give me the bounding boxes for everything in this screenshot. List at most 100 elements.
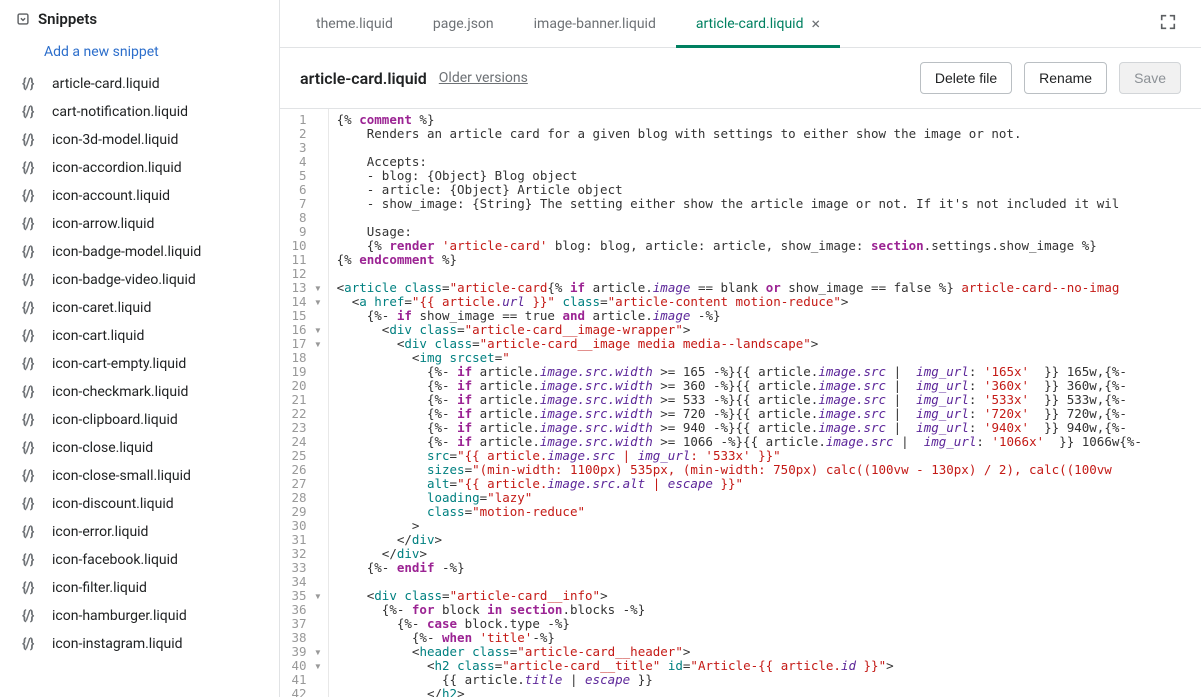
line-number: 40 ▾ <box>284 659 322 673</box>
sidebar-file-item[interactable]: {/}icon-close.liquid <box>0 434 279 462</box>
file-label: icon-account.liquid <box>52 188 170 204</box>
code-file-icon: {/} <box>22 356 44 372</box>
file-label: icon-arrow.liquid <box>52 216 154 232</box>
code-line[interactable]: {%- if article.image.src.width >= 720 -%… <box>337 407 1201 421</box>
code-line[interactable]: Usage: <box>337 225 1201 239</box>
file-label: icon-error.liquid <box>52 524 148 540</box>
code-line[interactable]: <div class="article-card__info"> <box>337 589 1201 603</box>
code-line[interactable]: {%- if article.image.src.width >= 360 -%… <box>337 379 1201 393</box>
code-line[interactable]: <h2 class="article-card__title" id="Arti… <box>337 659 1201 673</box>
sidebar-file-item[interactable]: {/}cart-notification.liquid <box>0 98 279 126</box>
sidebar-file-item[interactable]: {/}icon-cart-empty.liquid <box>0 350 279 378</box>
line-number: 11 <box>284 253 322 267</box>
code-line[interactable]: Renders an article card for a given blog… <box>337 127 1201 141</box>
sidebar-file-item[interactable]: {/}icon-3d-model.liquid <box>0 126 279 154</box>
code-line[interactable]: {%- if article.image.src.width >= 533 -%… <box>337 393 1201 407</box>
file-label: icon-facebook.liquid <box>52 552 178 568</box>
code-line[interactable]: <a href="{{ article.url }}" class="artic… <box>337 295 1201 309</box>
code-line[interactable]: loading="lazy" <box>337 491 1201 505</box>
code-line[interactable]: alt="{{ article.image.src.alt | escape }… <box>337 477 1201 491</box>
code-line[interactable]: - article: {Object} Article object <box>337 183 1201 197</box>
code-line[interactable]: <img srcset=" <box>337 351 1201 365</box>
code-line[interactable]: - show_image: {String} The setting eithe… <box>337 197 1201 211</box>
sidebar-file-item[interactable]: {/}icon-facebook.liquid <box>0 546 279 574</box>
code-line[interactable]: {% endcomment %} <box>337 253 1201 267</box>
code-line[interactable]: {%- for block in section.blocks -%} <box>337 603 1201 617</box>
code-line[interactable]: </div> <box>337 533 1201 547</box>
sidebar-file-item[interactable]: {/}icon-accordion.liquid <box>0 154 279 182</box>
code-line[interactable]: {%- endif -%} <box>337 561 1201 575</box>
tab-label: article-card.liquid <box>696 16 804 32</box>
line-number: 4 <box>284 155 322 169</box>
sidebar-file-item[interactable]: {/}icon-error.liquid <box>0 518 279 546</box>
sidebar-file-item[interactable]: {/}icon-filter.liquid <box>0 574 279 602</box>
code-line[interactable] <box>337 141 1201 155</box>
line-number: 36 <box>284 603 322 617</box>
sidebar-file-item[interactable]: {/}icon-caret.liquid <box>0 294 279 322</box>
tab-label: image-banner.liquid <box>534 16 656 32</box>
sidebar-file-item[interactable]: {/}icon-badge-video.liquid <box>0 266 279 294</box>
close-icon[interactable]: × <box>811 14 820 33</box>
code-line[interactable]: sizes="(min-width: 1100px) 535px, (min-w… <box>337 463 1201 477</box>
code-line[interactable]: src="{{ article.image.src | img_url: '53… <box>337 449 1201 463</box>
code-line[interactable] <box>337 211 1201 225</box>
line-number: 15 <box>284 309 322 323</box>
expand-icon[interactable] <box>1151 5 1185 43</box>
sidebar-file-item[interactable]: {/}icon-close-small.liquid <box>0 462 279 490</box>
sidebar-file-item[interactable]: {/}icon-instagram.liquid <box>0 630 279 658</box>
code-line[interactable]: <header class="article-card__header"> <box>337 645 1201 659</box>
code-line[interactable]: > <box>337 519 1201 533</box>
tab[interactable]: article-card.liquid × <box>676 0 840 47</box>
code-line[interactable]: <div class="article-card__image-wrapper"… <box>337 323 1201 337</box>
older-versions-link[interactable]: Older versions <box>439 70 528 86</box>
tab[interactable]: theme.liquid <box>296 0 413 47</box>
code-line[interactable]: {{ article.title | escape }} <box>337 673 1201 687</box>
sidebar-file-item[interactable]: {/}icon-account.liquid <box>0 182 279 210</box>
chevron-down-icon <box>16 12 30 26</box>
line-number: 21 <box>284 393 322 407</box>
line-number: 22 <box>284 407 322 421</box>
code-line[interactable]: <div class="article-card__image media me… <box>337 337 1201 351</box>
add-snippet-link[interactable]: Add a new snippet <box>0 38 279 70</box>
code-line[interactable]: {%- if show_image == true and article.im… <box>337 309 1201 323</box>
line-number: 8 <box>284 211 322 225</box>
line-number: 7 <box>284 197 322 211</box>
sidebar-file-item[interactable]: {/}icon-badge-model.liquid <box>0 238 279 266</box>
save-button[interactable]: Save <box>1119 62 1181 94</box>
code-line[interactable]: </div> <box>337 547 1201 561</box>
code-line[interactable] <box>337 267 1201 281</box>
sidebar-file-item[interactable]: {/}icon-checkmark.liquid <box>0 378 279 406</box>
code-line[interactable]: {%- if article.image.src.width >= 1066 -… <box>337 435 1201 449</box>
code-line[interactable]: {%- when 'title'-%} <box>337 631 1201 645</box>
code-file-icon: {/} <box>22 216 44 232</box>
sidebar-header[interactable]: Snippets <box>0 0 279 38</box>
tab[interactable]: image-banner.liquid <box>514 0 676 47</box>
code-line[interactable]: {%- case block.type -%} <box>337 617 1201 631</box>
sidebar-file-item[interactable]: {/}icon-clipboard.liquid <box>0 406 279 434</box>
rename-button[interactable]: Rename <box>1024 62 1107 94</box>
sidebar-file-item[interactable]: {/}icon-hamburger.liquid <box>0 602 279 630</box>
code-line[interactable] <box>337 575 1201 589</box>
file-label: cart-notification.liquid <box>52 104 188 120</box>
code-line[interactable]: - blog: {Object} Blog object <box>337 169 1201 183</box>
sidebar-file-item[interactable]: {/}icon-discount.liquid <box>0 490 279 518</box>
code-line[interactable]: Accepts: <box>337 155 1201 169</box>
code-line[interactable]: {%- if article.image.src.width >= 940 -%… <box>337 421 1201 435</box>
code-editor[interactable]: 1 2 3 4 5 6 7 8 9 10 11 12 13 ▾ 14 ▾ 15 … <box>280 109 1201 697</box>
line-number: 18 <box>284 351 322 365</box>
sidebar-file-item[interactable]: {/} icon-arrow.liquid <box>0 210 279 238</box>
sidebar-file-item[interactable]: {/}article-card.liquid <box>0 70 279 98</box>
code-line[interactable]: {% render 'article-card' blog: blog, art… <box>337 239 1201 253</box>
code-line[interactable]: class="motion-reduce" <box>337 505 1201 519</box>
file-label: icon-close.liquid <box>52 440 153 456</box>
code-line[interactable]: {% comment %} <box>337 113 1201 127</box>
file-label: article-card.liquid <box>52 76 160 92</box>
delete-file-button[interactable]: Delete file <box>920 62 1012 94</box>
code-area[interactable]: {% comment %} Renders an article card fo… <box>329 109 1201 697</box>
code-line[interactable]: </h2> <box>337 687 1201 697</box>
sidebar-file-item[interactable]: {/}icon-cart.liquid <box>0 322 279 350</box>
code-line[interactable]: <article class="article-card{% if articl… <box>337 281 1201 295</box>
tab[interactable]: page.json <box>413 0 514 47</box>
line-number: 27 <box>284 477 322 491</box>
code-line[interactable]: {%- if article.image.src.width >= 165 -%… <box>337 365 1201 379</box>
